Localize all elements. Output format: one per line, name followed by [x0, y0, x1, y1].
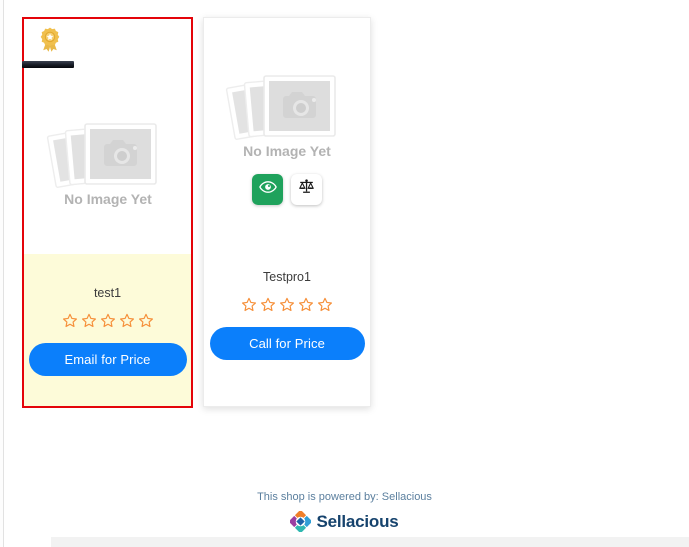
product-action-buttons	[252, 173, 322, 205]
sellacious-logo[interactable]: Sellacious	[289, 509, 399, 534]
product-title: Testpro1	[263, 270, 311, 284]
rating-stars[interactable]	[62, 313, 154, 329]
product-grid: No Image Yet test1 Email for Price No Im…	[22, 17, 371, 408]
award-ribbon-icon	[38, 27, 62, 53]
shop-page: No Image Yet test1 Email for Price No Im…	[0, 0, 689, 547]
star-icon[interactable]	[138, 313, 154, 329]
product-info: test1 Email for Price	[24, 254, 191, 406]
featured-badge-area	[22, 19, 191, 69]
eye-icon	[258, 178, 277, 201]
product-card[interactable]: No Image Yet Testpro1 Call for Price	[203, 17, 371, 407]
quick-view-button[interactable]	[252, 173, 283, 205]
page-bottom-band	[51, 537, 689, 547]
product-info: Testpro1 Call for Price	[204, 246, 370, 406]
product-image-placeholder[interactable]: No Image Yet	[24, 69, 191, 254]
powered-by-text: This shop is powered by: Sellacious	[257, 491, 432, 503]
product-card-featured[interactable]: No Image Yet test1 Email for Price	[22, 17, 193, 408]
product-image-placeholder[interactable]: No Image Yet	[204, 18, 370, 246]
email-for-price-button[interactable]: Email for Price	[28, 343, 187, 376]
svg-text:No Image Yet: No Image Yet	[243, 143, 331, 159]
star-icon[interactable]	[298, 297, 314, 313]
page-left-border	[3, 0, 4, 547]
star-icon[interactable]	[119, 313, 135, 329]
call-for-price-button[interactable]: Call for Price	[209, 327, 365, 360]
sellacious-logo-text: Sellacious	[316, 512, 399, 532]
svg-text:No Image Yet: No Image Yet	[64, 191, 152, 207]
star-icon[interactable]	[241, 297, 257, 313]
star-icon[interactable]	[279, 297, 295, 313]
site-footer: This shop is powered by: Sellacious Sell…	[0, 490, 689, 537]
star-icon[interactable]	[100, 313, 116, 329]
star-icon[interactable]	[81, 313, 97, 329]
star-icon[interactable]	[317, 297, 333, 313]
rating-stars[interactable]	[241, 297, 333, 313]
star-icon[interactable]	[260, 297, 276, 313]
sellacious-diamond-logo-icon	[289, 509, 313, 534]
star-icon[interactable]	[62, 313, 78, 329]
scales-icon	[298, 178, 315, 200]
product-title: test1	[93, 286, 122, 300]
featured-badge-bar	[22, 61, 74, 68]
no-image-icon: No Image Yet	[217, 60, 357, 168]
no-image-icon: No Image Yet	[38, 108, 178, 216]
compare-button[interactable]	[291, 173, 322, 205]
